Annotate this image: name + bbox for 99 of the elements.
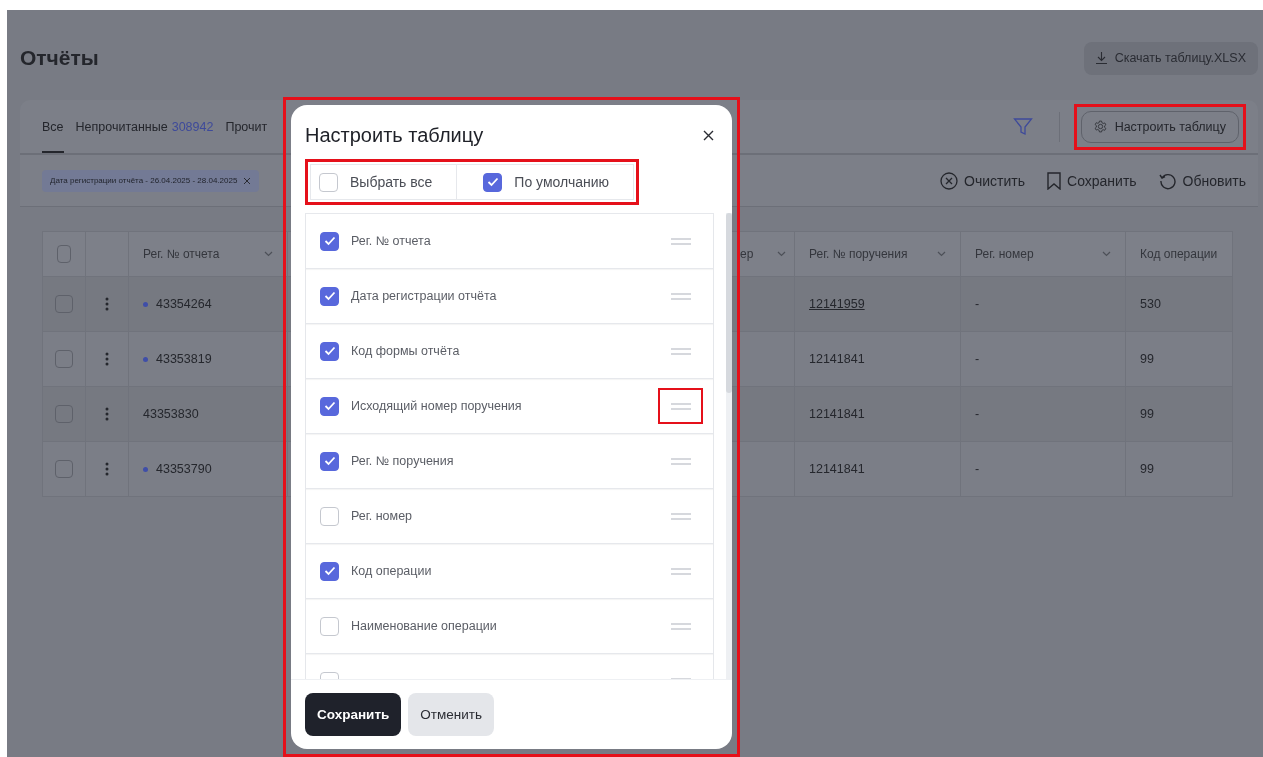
close-icon: [703, 129, 714, 141]
column-list-item[interactable]: Исходящий номер поручения: [306, 379, 713, 434]
drag-handle-icon[interactable]: [670, 237, 691, 245]
checkbox[interactable]: [55, 405, 73, 423]
checkbox[interactable]: [483, 172, 503, 192]
bookmark-icon: [1047, 171, 1062, 190]
column-header[interactable]: Код операции: [1126, 231, 1233, 277]
column-header-label: Рег. № поручения: [809, 247, 908, 261]
checkmark-icon: [323, 401, 336, 411]
filter-chip[interactable]: Дата регистрации отчёта - 26.04.2025 - 28.04.2025: [42, 169, 260, 192]
more-vertical-icon[interactable]: [105, 297, 109, 311]
download-button[interactable]: Скачать таблицу.XLSX: [1083, 41, 1258, 75]
checkbox-label: Выбрать все: [350, 174, 433, 190]
order-link[interactable]: 12141959: [809, 297, 865, 311]
column-name: Наименование операции: [351, 619, 498, 633]
checkbox[interactable]: [320, 286, 339, 306]
column-name: Рег. № отчета: [351, 234, 432, 248]
checkmark-icon: [323, 456, 336, 466]
checkbox[interactable]: [320, 561, 339, 581]
column-header-label: Код операции: [1140, 247, 1218, 261]
scrollbar[interactable]: [726, 213, 732, 679]
column-name: Код формы отчёта: [351, 344, 461, 358]
cell-text: 12141841: [809, 462, 865, 476]
column-name: Код операции: [351, 564, 433, 578]
cell-text: 12141841: [809, 352, 865, 366]
checkmark-icon: [323, 236, 336, 246]
checkbox[interactable]: [55, 295, 73, 313]
chevron-down-icon: [937, 251, 946, 257]
drag-handle-icon[interactable]: [670, 457, 691, 465]
clear-button[interactable]: Очистить: [940, 171, 1026, 190]
filter-chip-label: Дата регистрации отчёта - 26.04.2025 - 28.04.2025: [50, 176, 238, 185]
column-list-item[interactable]: Наименование операции: [306, 599, 713, 654]
tab[interactable]: Прочит: [225, 100, 268, 153]
column-header-label: ер: [740, 247, 754, 261]
filter-icon[interactable]: [1012, 116, 1033, 137]
cell-text: 99: [1140, 462, 1154, 476]
checkmark-icon: [323, 566, 336, 576]
column-header[interactable]: Рег. № поручения: [795, 231, 961, 277]
column-list-item[interactable]: Рег. № отчета: [306, 214, 713, 269]
cell-text: -: [975, 352, 980, 366]
checkbox[interactable]: [57, 245, 71, 263]
drag-handle-icon[interactable]: [670, 347, 691, 355]
save-button[interactable]: Сохранить: [1047, 171, 1137, 190]
cell-text: 99: [1140, 407, 1154, 421]
chevron-down-icon: [264, 251, 273, 257]
dialog-title: Настроить таблицу: [305, 123, 484, 147]
column-list-item[interactable]: Рег. № поручения: [306, 434, 713, 489]
column-list-item[interactable]: Дата регистрации отчёта: [306, 269, 713, 324]
drag-handle-icon[interactable]: [670, 512, 691, 520]
refresh-icon: [1158, 171, 1177, 190]
checkbox[interactable]: [320, 451, 339, 471]
refresh-button[interactable]: Обновить: [1158, 171, 1246, 190]
close-icon[interactable]: [243, 176, 252, 185]
column-header[interactable]: Рег. № отчета: [129, 231, 288, 277]
tab[interactable]: Непрочитанные 308942: [75, 100, 214, 153]
close-button[interactable]: [703, 129, 714, 141]
drag-handle-icon[interactable]: [670, 292, 691, 300]
page-title: Отчёты: [20, 46, 99, 70]
cell-text: 530: [1140, 297, 1161, 311]
checkbox-label: По умолчанию: [514, 174, 610, 190]
more-vertical-icon[interactable]: [105, 407, 109, 421]
column-list-item[interactable]: Код операции: [306, 544, 713, 599]
column-name: Исходящий номер поручения: [351, 399, 523, 413]
checkbox[interactable]: [320, 341, 339, 361]
drag-handle-icon[interactable]: [670, 622, 691, 630]
column-list-item[interactable]: Рег. номер: [306, 489, 713, 544]
checkbox[interactable]: [320, 231, 339, 251]
drag-handle-icon[interactable]: [670, 567, 691, 575]
column-name: Рег. № поручения: [351, 454, 455, 468]
checkbox[interactable]: [320, 396, 339, 416]
column-list-item[interactable]: Код формы отчёта: [306, 324, 713, 379]
column-name: Дата регистрации отчёта: [351, 289, 498, 303]
column-header-label: Рег. № отчета: [143, 247, 220, 261]
download-icon: [1095, 52, 1107, 64]
column-name: Рег. номер: [351, 509, 414, 523]
chevron-down-icon: [1102, 251, 1111, 257]
cell-text: -: [975, 462, 980, 476]
column-header[interactable]: Рег. номер: [961, 231, 1126, 277]
checkmark-icon: [323, 291, 336, 301]
cell-text: -: [975, 297, 980, 311]
gear-icon: [1093, 120, 1107, 133]
checkmark-icon: [323, 346, 336, 356]
cell-text: -: [975, 407, 980, 421]
chevron-down-icon: [777, 251, 786, 257]
cell-text: 12141841: [809, 407, 865, 421]
tab[interactable]: Все: [42, 100, 64, 153]
cancel-button[interactable]: Отменить: [408, 693, 494, 736]
checkbox[interactable]: [55, 350, 73, 368]
drag-handle-icon[interactable]: [670, 402, 691, 410]
cell-text: 99: [1140, 352, 1154, 366]
checkbox[interactable]: [55, 460, 73, 478]
column-header[interactable]: ер: [738, 231, 795, 277]
more-vertical-icon[interactable]: [105, 352, 109, 366]
column-header-label: Рег. номер: [975, 247, 1034, 261]
more-vertical-icon[interactable]: [105, 462, 109, 476]
checkmark-icon: [486, 177, 499, 187]
configure-table-button[interactable]: Настроить таблицу: [1080, 110, 1239, 143]
clear-circle-icon: [940, 171, 959, 190]
save-button[interactable]: Сохранить: [305, 693, 402, 736]
